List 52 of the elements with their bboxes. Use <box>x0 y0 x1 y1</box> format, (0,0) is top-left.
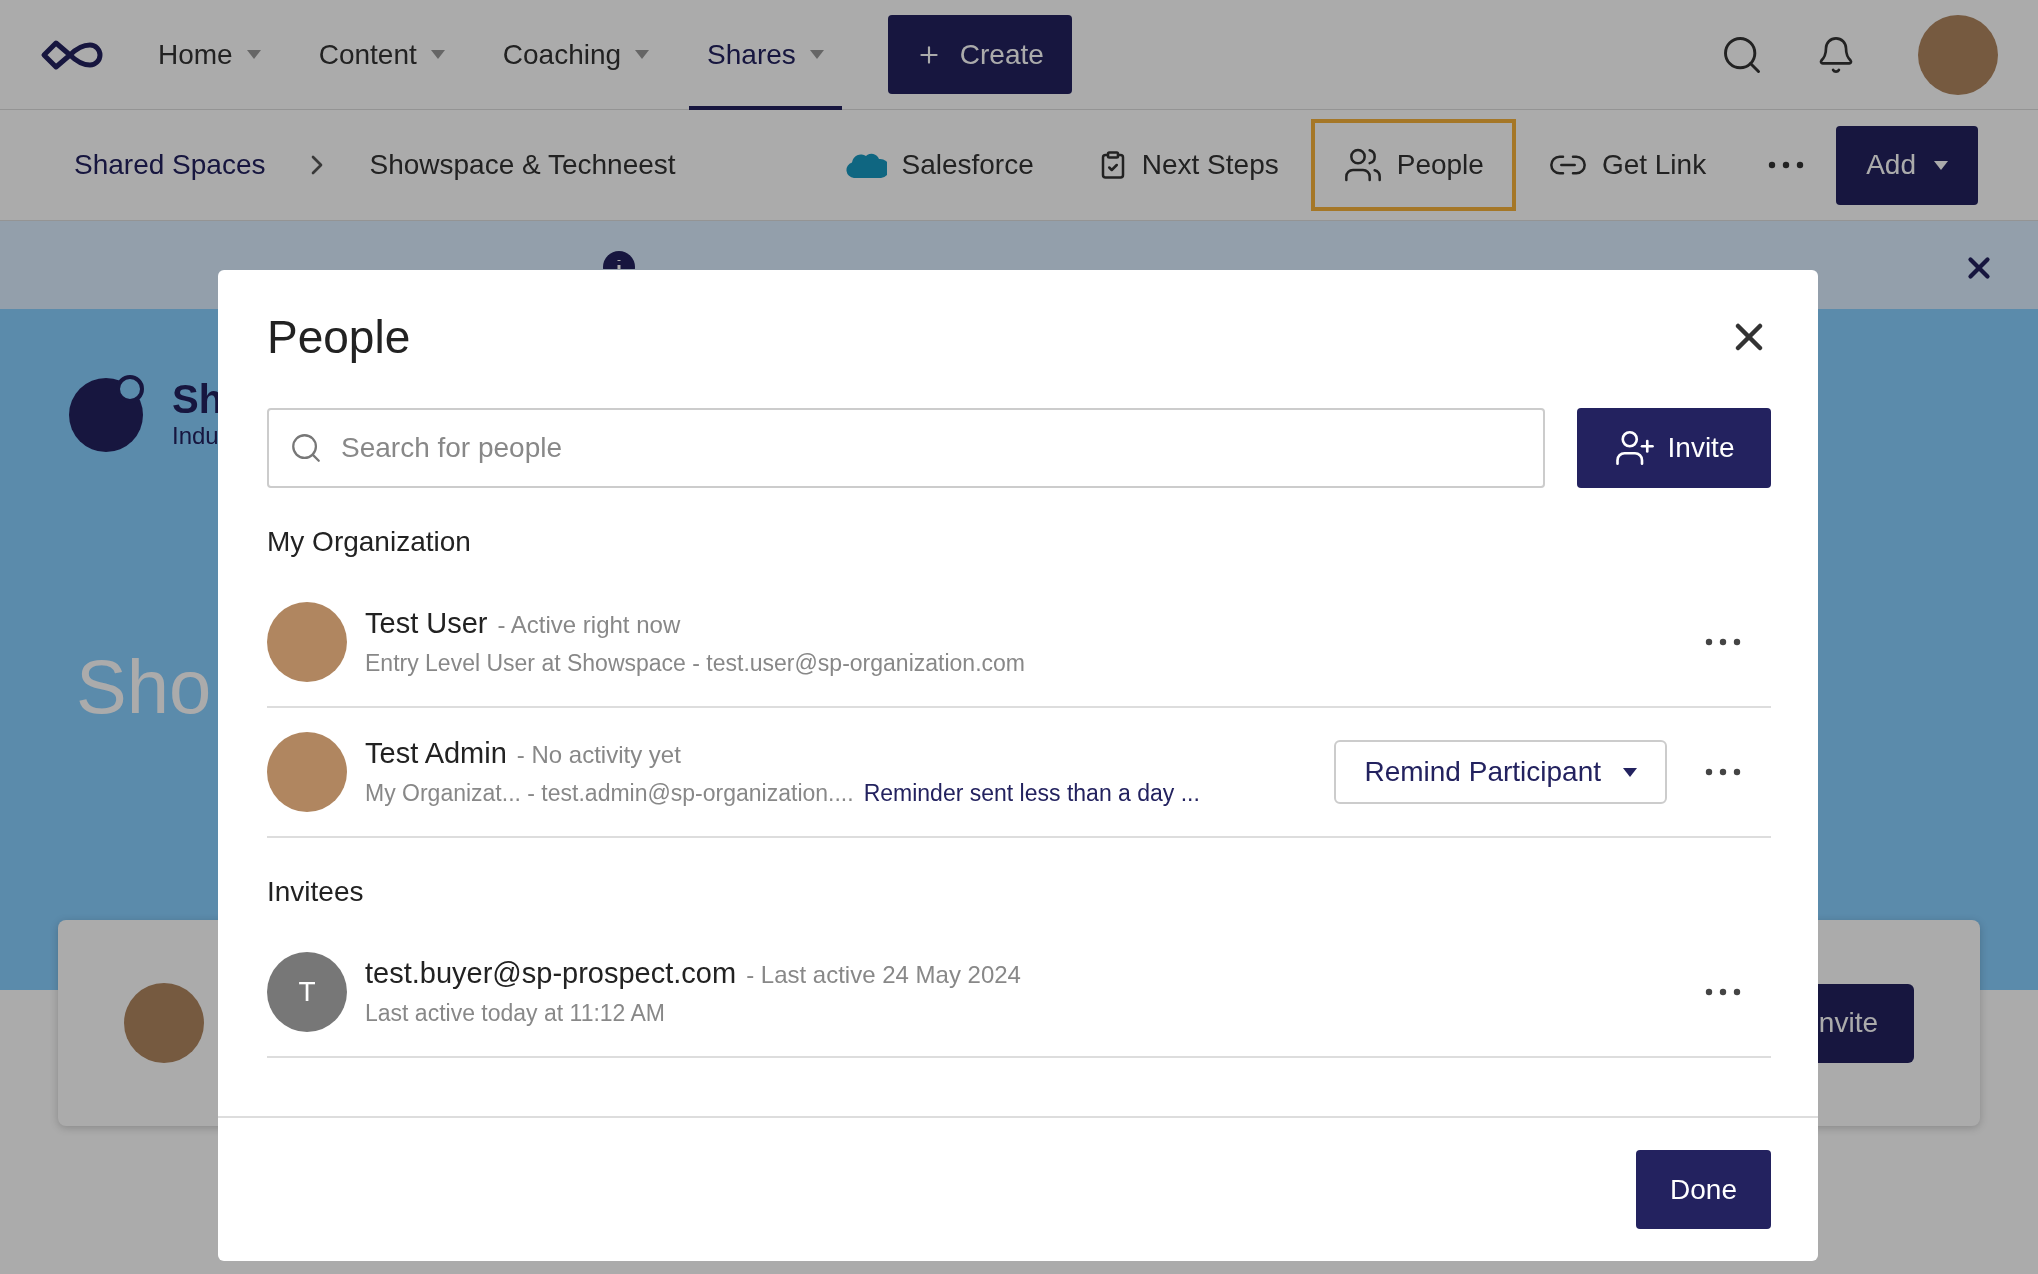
caret-icon <box>1623 767 1637 777</box>
avatar: T <box>267 952 347 1032</box>
caret-icon <box>1934 160 1948 170</box>
toolbar-action-label: People <box>1396 149 1484 181</box>
caret-icon <box>635 50 650 59</box>
toolbar-action-label: Next Steps <box>1141 149 1279 181</box>
done-button[interactable]: Done <box>1636 1150 1771 1229</box>
caret-icon <box>809 50 824 59</box>
toolbar-action[interactable]: Next Steps <box>1065 119 1311 211</box>
section-title: My Organization <box>267 526 472 558</box>
person-name: Test Admin <box>365 737 507 770</box>
nav-tab[interactable]: Home <box>140 0 279 110</box>
toolbar-action-label: Get Link <box>1601 149 1707 181</box>
search-field[interactable]: Search for people <box>267 408 1545 488</box>
activity-status: - Last active 24 May 2024 <box>746 961 1021 989</box>
nav-tab[interactable]: Shares <box>689 0 842 110</box>
activity-status: - No activity yet <box>516 741 681 769</box>
nav-tab-label: Coaching <box>502 38 622 71</box>
breadcrumb-link[interactable]: Showspace & Techneest <box>369 149 676 181</box>
add-button[interactable]: Add <box>1836 125 1978 205</box>
toolbar-action[interactable]: Salesforce <box>813 119 1066 211</box>
nav-tab-label: Content <box>318 38 417 71</box>
nav-tab-label: Shares <box>707 38 796 71</box>
search-icon <box>289 431 323 465</box>
toolbar-action[interactable]: People <box>1310 119 1516 211</box>
reminder-note[interactable]: Reminder sent less than a day ... <box>863 780 1200 807</box>
nav-tab-label: Home <box>158 38 233 71</box>
more-button[interactable] <box>1768 161 1805 169</box>
caret-icon <box>246 50 261 59</box>
more-icon <box>1705 638 1741 646</box>
more-icon <box>1768 161 1805 169</box>
brand-subtitle: Indu <box>172 421 220 450</box>
nav-tab[interactable]: Coaching <box>484 0 668 110</box>
person-details: Entry Level User at Showspace - test.user@sp-organization.com <box>365 650 1025 677</box>
hero-heading: Sho <box>76 643 212 730</box>
invite-button[interactable]: Invite <box>1577 408 1771 488</box>
section-title: Invitees <box>267 876 365 908</box>
caret-icon <box>430 50 445 59</box>
more-icon <box>1705 988 1741 996</box>
activity-status: - Active right now <box>497 611 681 639</box>
toolbar-action[interactable]: Get Link <box>1515 119 1739 211</box>
person-name: Test User <box>365 607 488 640</box>
remind-dropdown[interactable]: Remind Participant <box>1334 740 1667 804</box>
breadcrumb-link[interactable]: Shared Spaces <box>74 149 266 181</box>
create-button[interactable]: Create <box>887 15 1072 94</box>
person-details: Last active today at 11:12 AM <box>365 1000 666 1027</box>
person-details: My Organizat... - test.admin@sp-organization.... <box>365 780 854 807</box>
more-icon <box>1705 768 1741 776</box>
nav-tab[interactable]: Content <box>300 0 463 110</box>
toolbar-action-label: Salesforce <box>901 149 1034 181</box>
dialog-title: People <box>267 310 411 364</box>
person-name: test.buyer@sp-prospect.com <box>365 957 737 990</box>
